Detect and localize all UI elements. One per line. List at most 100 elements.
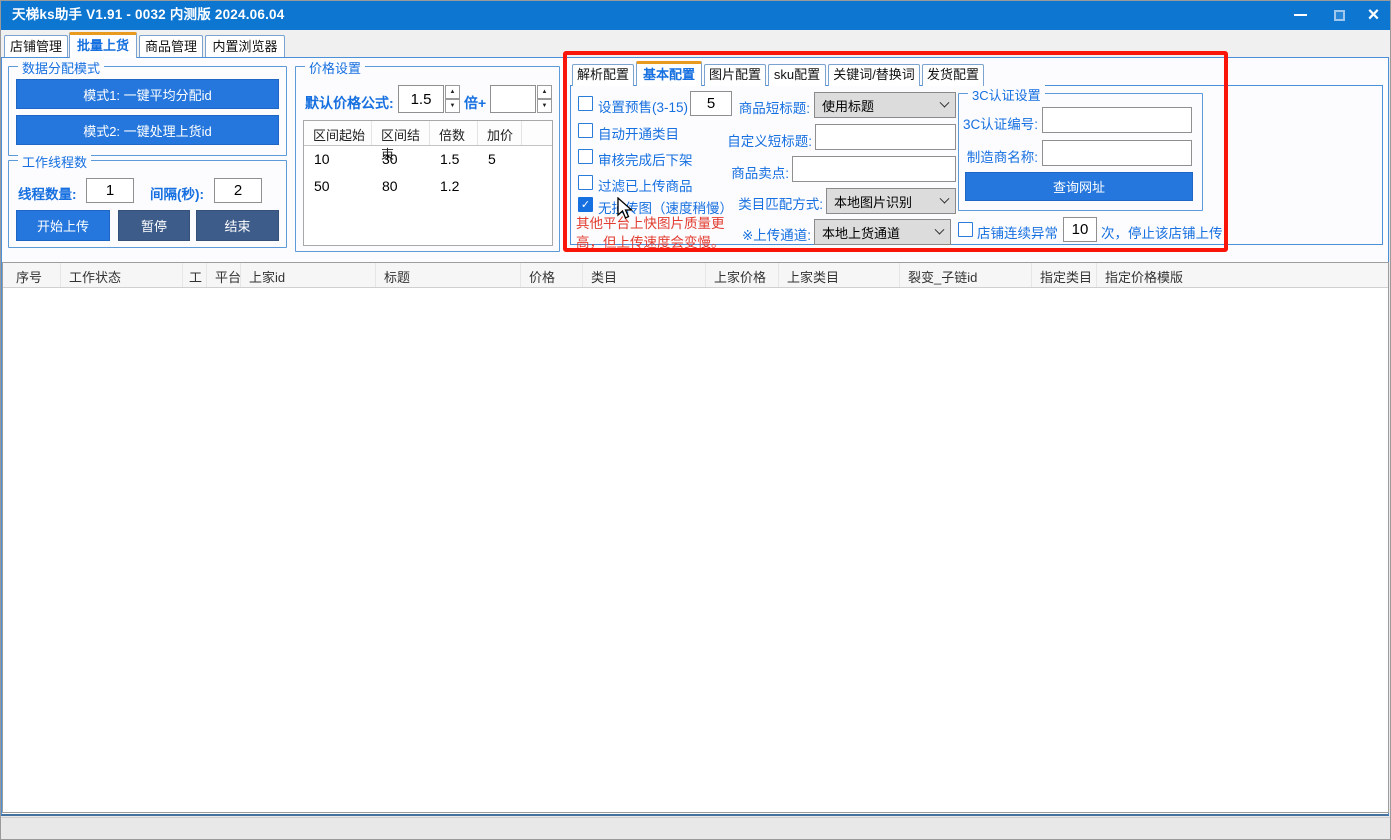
- spin-up-icon[interactable]: ▲: [537, 85, 552, 99]
- price-formula-input[interactable]: [398, 85, 444, 113]
- col-platform[interactable]: 平台: [207, 263, 241, 287]
- product-list[interactable]: 序号 工作状态 工 平台 上家id 标题 价格 类目 上家价格 上家类目 裂变_…: [2, 262, 1389, 813]
- col-fission-sublink-id[interactable]: 裂变_子链id: [900, 263, 1032, 287]
- cell: [478, 173, 522, 200]
- price-formula-spinner: ▲ ▼: [398, 85, 460, 113]
- shop-abnormal-count-input[interactable]: [1063, 217, 1097, 242]
- price-table-header: 区间起始 区间结束 倍数 加价: [304, 121, 552, 146]
- price-table-row[interactable]: 50 80 1.2: [304, 173, 552, 200]
- subtab-shipping-config[interactable]: 发货配置: [922, 64, 984, 86]
- start-upload-button[interactable]: 开始上传: [16, 210, 110, 241]
- shop-abnormal-suffix: 次，停止该店铺上传: [1101, 222, 1223, 242]
- auto-category-label: 自动开通类目: [598, 123, 679, 143]
- auto-category-checkbox[interactable]: [578, 123, 593, 138]
- tab-builtin-browser[interactable]: 内置浏览器: [205, 35, 285, 58]
- manufacturer-label: 制造商名称:: [958, 146, 1038, 166]
- tab-batch-upload[interactable]: 批量上货: [69, 32, 137, 58]
- subtab-label: 解析配置: [577, 67, 629, 82]
- price-group-title: 价格设置: [305, 58, 365, 77]
- tab-product-management[interactable]: 商品管理: [139, 35, 203, 58]
- col-price[interactable]: 价格: [521, 263, 583, 287]
- col-category[interactable]: 类目: [583, 263, 706, 287]
- product-list-header: 序号 工作状态 工 平台 上家id 标题 价格 类目 上家价格 上家类目 裂变_…: [3, 263, 1388, 288]
- interval-label: 间隔(秒):: [150, 183, 204, 203]
- query-url-button[interactable]: 查询网址: [965, 172, 1193, 201]
- minimize-button[interactable]: [1283, 0, 1317, 30]
- cell: 10: [304, 146, 372, 173]
- maximize-icon: [1334, 10, 1345, 21]
- shop-abnormal-label: 店铺连续异常: [977, 222, 1058, 242]
- custom-short-title-label: 自定义短标题:: [710, 130, 812, 150]
- selected-value: 使用标题: [822, 96, 874, 115]
- col-work-status[interactable]: 工作状态: [61, 263, 183, 287]
- data-mode-group-title: 数据分配模式: [18, 58, 104, 77]
- spin-down-icon[interactable]: ▼: [537, 99, 552, 113]
- subtab-sku-config[interactable]: sku配置: [768, 64, 826, 86]
- subtab-image-config[interactable]: 图片配置: [704, 64, 766, 86]
- subtab-keywords-config[interactable]: 关键词/替换词: [828, 64, 920, 86]
- subtab-parse-config[interactable]: 解析配置: [572, 64, 634, 86]
- category-match-label: 类目匹配方式:: [710, 193, 823, 213]
- cell: 30: [372, 146, 430, 173]
- cell: 1.2: [430, 173, 478, 200]
- lossless-upload-checkbox[interactable]: ✓: [578, 197, 593, 212]
- chevron-down-icon: [940, 97, 950, 107]
- thread-count-input[interactable]: [86, 178, 134, 203]
- shop-abnormal-checkbox[interactable]: [958, 222, 973, 237]
- col-assigned-category[interactable]: 指定类目: [1032, 263, 1097, 287]
- tab-label: 店铺管理: [10, 39, 62, 54]
- short-title-label: 商品短标题:: [710, 97, 810, 117]
- category-match-select[interactable]: 本地图片识别: [826, 188, 956, 214]
- tab-shop-management[interactable]: 店铺管理: [4, 35, 68, 58]
- price-range-table[interactable]: 区间起始 区间结束 倍数 加价 10 30 1.5 5 50 80 1.2: [303, 120, 553, 246]
- col-index[interactable]: 序号: [3, 263, 61, 287]
- col-title[interactable]: 标题: [376, 263, 521, 287]
- offshelf-checkbox[interactable]: [578, 149, 593, 164]
- presale-label: 设置预售(3-15): [598, 96, 688, 116]
- col-work[interactable]: 工: [183, 263, 207, 287]
- mode1-button[interactable]: 模式1: 一键平均分配id: [16, 79, 279, 109]
- check-icon: ✓: [581, 199, 590, 211]
- col-addition: 加价: [478, 121, 522, 145]
- subtab-basic-config[interactable]: 基本配置: [636, 61, 702, 86]
- col-seller-category[interactable]: 上家类目: [779, 263, 900, 287]
- mode2-button[interactable]: 模式2: 一键处理上货id: [16, 115, 279, 145]
- close-icon: ×: [1368, 0, 1380, 30]
- cell: 5: [478, 146, 522, 173]
- pause-button[interactable]: 暂停: [118, 210, 190, 241]
- chevron-down-icon: [935, 224, 945, 234]
- presale-checkbox[interactable]: [578, 96, 593, 111]
- spin-up-icon[interactable]: ▲: [445, 85, 460, 99]
- selling-point-input[interactable]: [792, 156, 956, 182]
- filter-uploaded-label: 过滤已上传商品: [598, 175, 693, 195]
- subtab-label: 基本配置: [643, 67, 695, 82]
- price-formula-label: 默认价格公式:: [305, 93, 394, 113]
- cert-number-label: 3C认证编号:: [958, 113, 1038, 133]
- col-multiplier: 倍数: [430, 121, 478, 145]
- maximize-button[interactable]: [1322, 0, 1356, 30]
- price-addition-input[interactable]: [490, 85, 536, 113]
- tab-label: 商品管理: [145, 39, 197, 54]
- stop-button[interactable]: 结束: [196, 210, 279, 241]
- close-button[interactable]: ×: [1356, 0, 1391, 30]
- manufacturer-input[interactable]: [1042, 140, 1192, 166]
- filter-uploaded-checkbox[interactable]: [578, 175, 593, 190]
- chevron-down-icon: [940, 193, 950, 203]
- col-seller-id[interactable]: 上家id: [241, 263, 376, 287]
- price-table-row[interactable]: 10 30 1.5 5: [304, 146, 552, 173]
- cert-number-input[interactable]: [1042, 107, 1192, 133]
- col-seller-price[interactable]: 上家价格: [706, 263, 779, 287]
- upload-channel-select[interactable]: 本地上货通道: [814, 219, 951, 245]
- selected-value: 本地图片识别: [834, 192, 912, 211]
- short-title-select[interactable]: 使用标题: [814, 92, 956, 118]
- cell: 50: [304, 173, 372, 200]
- interval-input[interactable]: [214, 178, 262, 203]
- footer-strip: [0, 817, 1391, 840]
- cert-group-title: 3C认证设置: [968, 85, 1045, 104]
- col-assigned-price-template[interactable]: 指定价格模版: [1097, 263, 1388, 287]
- custom-short-title-input[interactable]: [815, 124, 956, 150]
- multiplier-label: 倍+: [464, 93, 486, 113]
- col-range-end: 区间结束: [372, 121, 430, 145]
- spin-down-icon[interactable]: ▼: [445, 99, 460, 113]
- selling-point-label: 商品卖点:: [710, 162, 789, 182]
